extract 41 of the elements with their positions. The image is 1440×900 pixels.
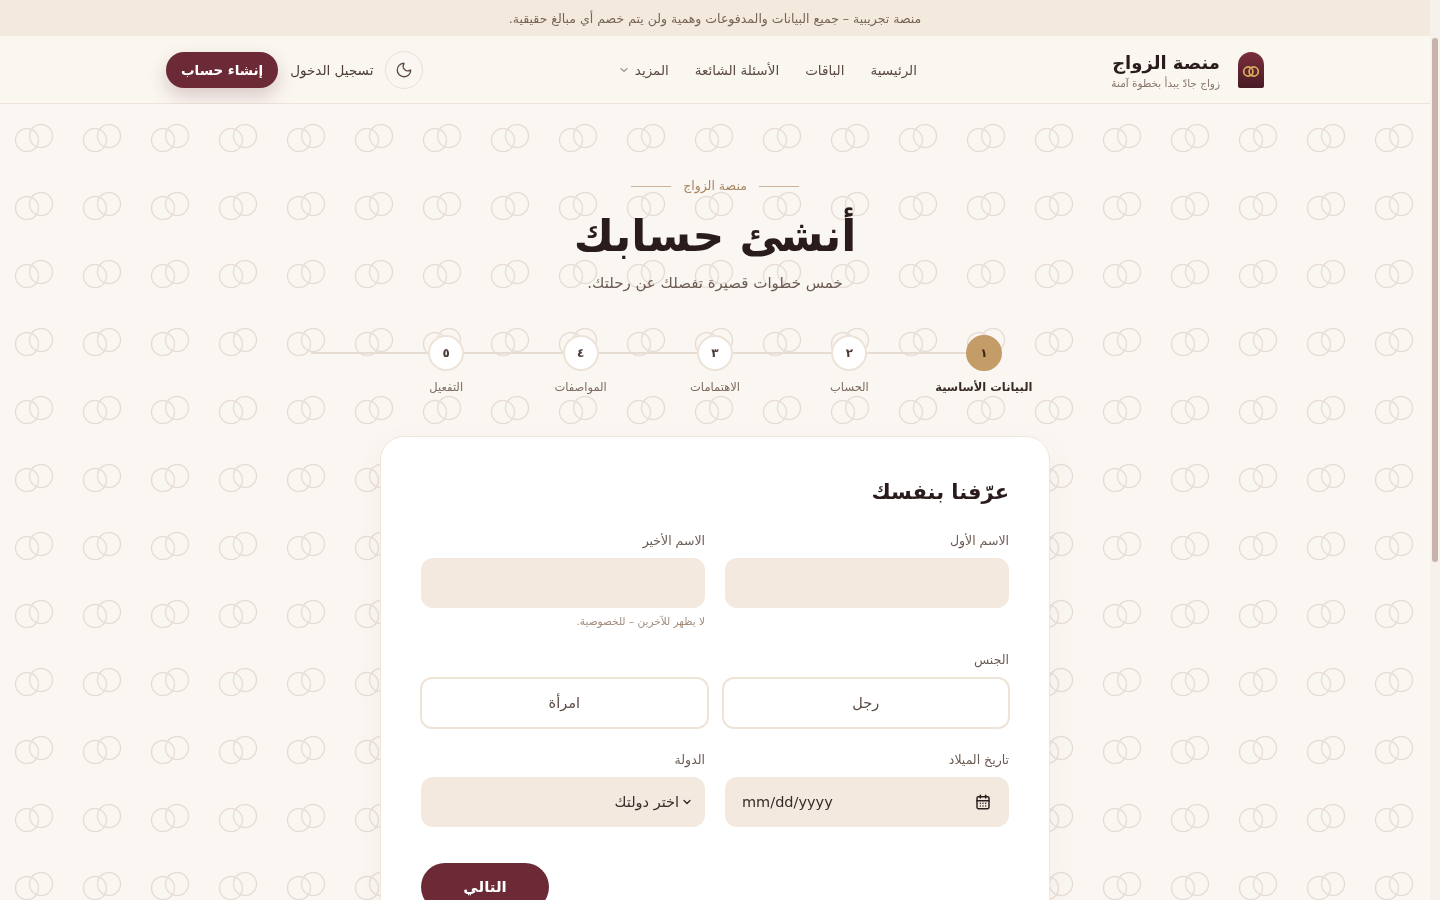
field-label: الدولة: [673, 751, 705, 769]
step-label: التفعيل: [429, 379, 464, 395]
nav-link[interactable]: الرئيسية: [870, 61, 917, 78]
step-label: البيانات الأساسية: [935, 379, 1033, 395]
brand-tagline: زواج جادّ يبدأ بخطوة آمنة: [1111, 76, 1220, 89]
next-button[interactable]: التالي: [421, 863, 549, 900]
moon-icon: [395, 60, 414, 79]
step-number: ٤: [562, 335, 599, 371]
field-label: تاريخ الميلاد: [947, 751, 1009, 769]
form-title: عرّفنا بنفسك: [870, 479, 1009, 506]
theme-toggle-button[interactable]: [385, 50, 424, 89]
field-hint: لا يظهر للآخرين – للخصوصية.: [575, 614, 705, 629]
eyebrow-text: منصة الزواج: [683, 177, 747, 195]
step-label: الاهتمامات: [690, 379, 740, 395]
calendar-icon: [975, 794, 991, 810]
step-number: ٣: [697, 335, 733, 371]
step-label: المواصفات: [554, 379, 607, 395]
nav-link[interactable]: الباقات: [805, 61, 845, 78]
scrollbar-thumb[interactable]: [1432, 38, 1438, 562]
brand-title: منصة الزواج: [1111, 50, 1220, 75]
nav-link[interactable]: الأسئلة الشائعة: [694, 61, 780, 78]
step-number: ٢: [831, 335, 868, 371]
field-label: الجنس: [972, 651, 1009, 669]
date-field[interactable]: mm/dd/yyyy: [725, 777, 1009, 827]
page-title: أنشئ حسابك: [573, 208, 857, 264]
step-number: ١: [965, 335, 1002, 371]
field-label: الاسم الأول: [948, 532, 1009, 550]
input-field[interactable]: [725, 558, 1009, 608]
login-link[interactable]: تسجيل الدخول: [290, 61, 374, 78]
page-subtitle: خمس خطوات قصيرة تفصلك عن رحلتك.: [587, 273, 843, 294]
option-button[interactable]: امرأة: [420, 677, 709, 729]
step-number: ٥: [428, 335, 465, 371]
signup-button[interactable]: إنشاء حساب: [166, 51, 279, 88]
select-field[interactable]: اختر دولتك: [421, 777, 705, 827]
field-label: الاسم الأخير: [641, 532, 705, 550]
rings-logo-icon: [1238, 51, 1264, 88]
banner-text: منصة تجريبية – جميع البيانات والمدفوعات وهمية ولن يتم خصم أي مبالغ حقيقية.: [508, 10, 922, 26]
option-button[interactable]: رجل: [721, 677, 1010, 729]
step-label: الحساب: [830, 379, 869, 395]
input-field[interactable]: [421, 558, 705, 608]
nav-link[interactable]: المزيد: [617, 61, 669, 78]
